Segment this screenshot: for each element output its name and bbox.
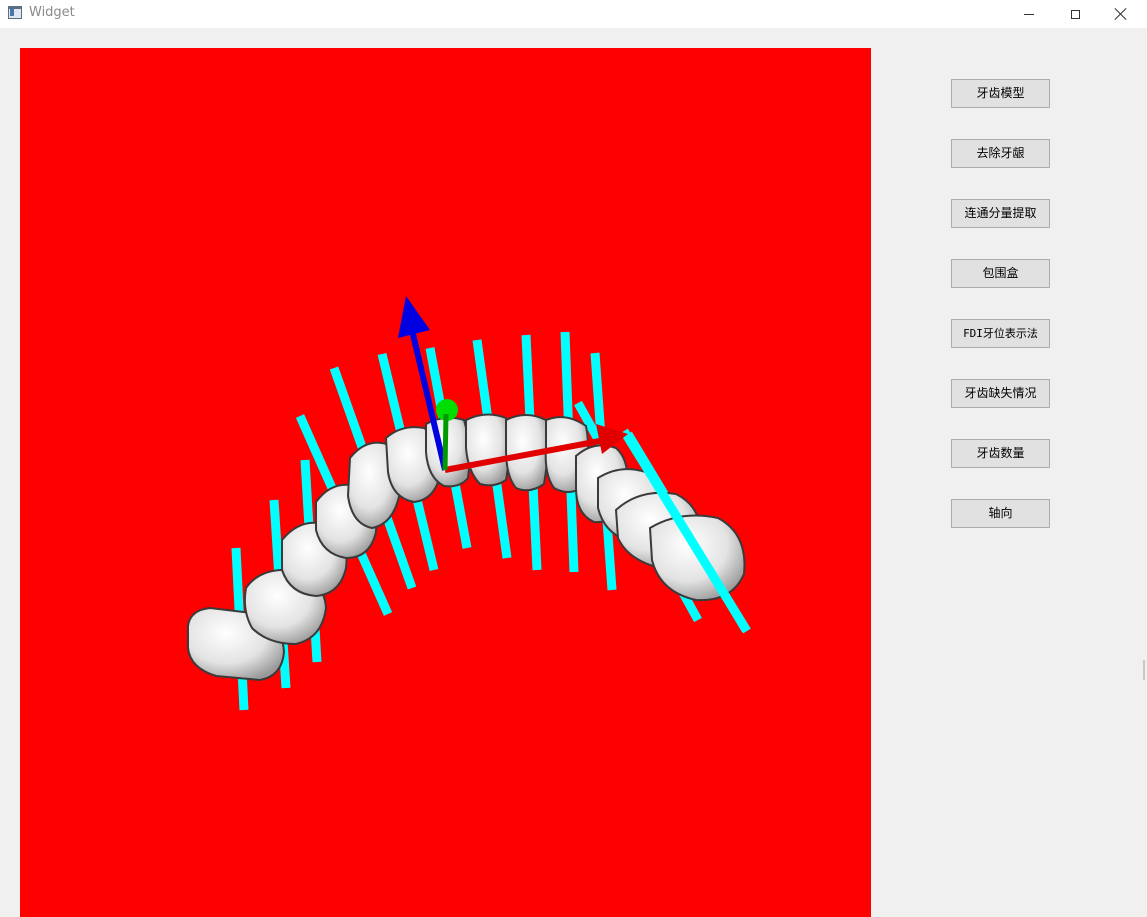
close-icon: [1115, 8, 1127, 20]
maximize-icon: [1070, 9, 1080, 19]
remove-gum-button[interactable]: 去除牙龈: [951, 139, 1050, 168]
close-button[interactable]: [1098, 0, 1144, 28]
title-bar: Widget: [0, 0, 1147, 28]
app-window-icon: [8, 6, 22, 19]
fdi-notation-button[interactable]: FDI牙位表示法: [951, 319, 1050, 348]
connected-component-button[interactable]: 连通分量提取: [951, 199, 1050, 228]
missing-teeth-button[interactable]: 牙齿缺失情况: [951, 379, 1050, 408]
minimize-button[interactable]: [1006, 0, 1052, 28]
minimize-icon: [1024, 13, 1034, 15]
maximize-button[interactable]: [1052, 0, 1098, 28]
window-title: Widget: [29, 5, 75, 20]
dental-scene: [187, 296, 751, 711]
window-resize-edge[interactable]: [1143, 660, 1145, 680]
render-viewport[interactable]: [20, 48, 871, 917]
teeth-count-button[interactable]: 牙齿数量: [951, 439, 1050, 468]
teeth-model-button[interactable]: 牙齿模型: [951, 79, 1050, 108]
bounding-box-button[interactable]: 包围盒: [951, 259, 1050, 288]
axis-direction-button[interactable]: 轴向: [951, 499, 1050, 528]
